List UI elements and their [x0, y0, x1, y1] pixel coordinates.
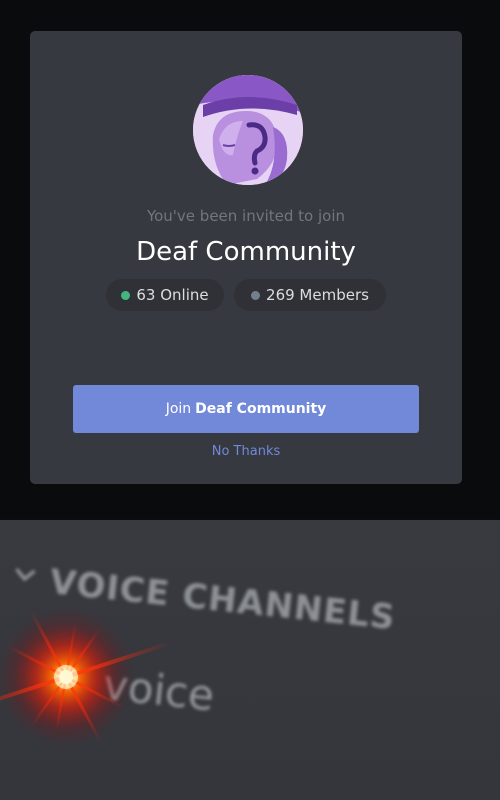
online-count-badge: 63 Online	[106, 279, 224, 311]
server-name: Deaf Community	[136, 237, 356, 267]
join-button-prefix: Join	[165, 401, 192, 417]
invite-backdrop: You've been invited to join Deaf Communi…	[0, 0, 500, 791]
channel-list-blurred: VOICE CHANNELS voice	[0, 520, 500, 800]
ear-question-icon	[193, 75, 303, 185]
voice-channels-category[interactable]: VOICE CHANNELS	[48, 562, 398, 638]
online-status-dot	[121, 290, 131, 300]
invite-subtitle: You've been invited to join	[146, 207, 346, 225]
invite-modal: You've been invited to join Deaf Communi…	[30, 31, 462, 791]
join-button-server-name: Deaf Community	[195, 401, 327, 417]
voice-channel-item[interactable]: voice	[101, 660, 217, 720]
online-count-text: 63 Online	[136, 286, 209, 304]
channel-list-zoom: VOICE CHANNELS voice	[0, 520, 500, 800]
chevron-down-icon[interactable]	[13, 566, 37, 584]
join-server-button[interactable]: Join Deaf Community	[73, 385, 419, 791]
server-icon	[193, 75, 303, 185]
member-count-text: 269 Members	[266, 286, 369, 304]
member-status-dot	[251, 290, 261, 300]
member-count-badge: 269 Members	[234, 279, 386, 311]
no-thanks-link[interactable]: No Thanks	[30, 444, 462, 459]
